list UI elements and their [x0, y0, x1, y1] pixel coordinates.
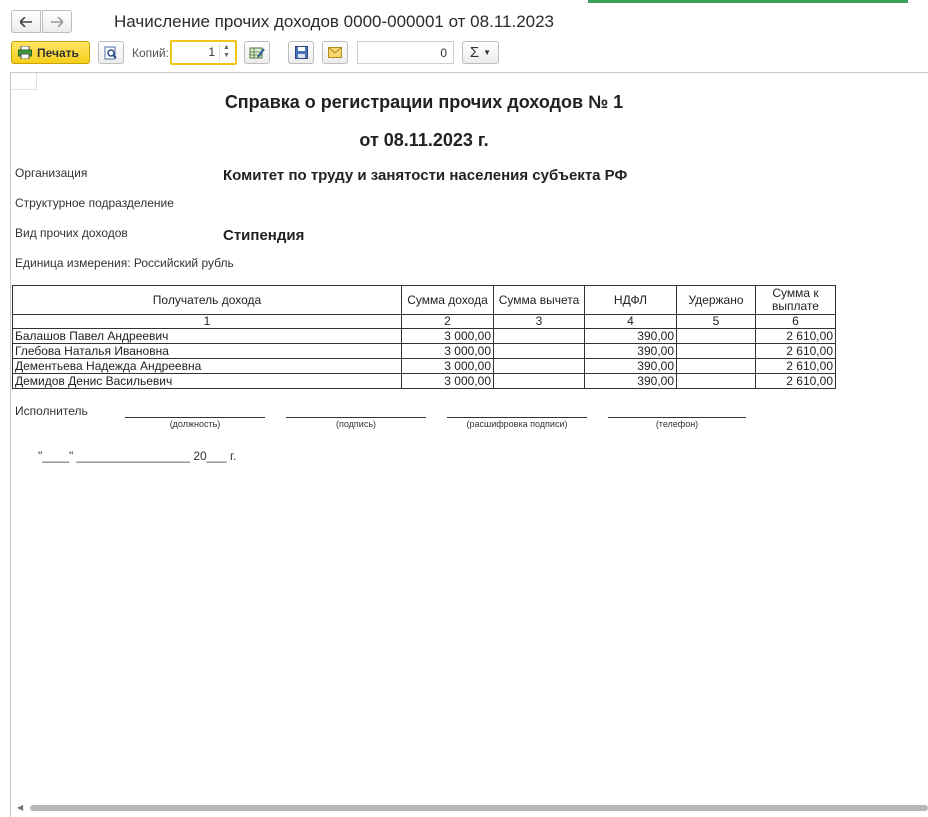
signature-line — [286, 417, 426, 418]
header-deduction: Сумма вычета — [493, 285, 585, 315]
column-number: 5 — [676, 314, 756, 329]
recipient-name: Демидов Денис Васильевич — [12, 373, 402, 389]
organization-value: Комитет по труду и занятости населения с… — [223, 167, 628, 184]
deduction-amount — [493, 328, 585, 344]
payout-amount: 2 610,00 — [755, 343, 836, 359]
copies-spinner[interactable]: ▲ ▼ — [219, 44, 233, 61]
table-row[interactable]: Демидов Денис Васильевич 3 000,00 390,00… — [12, 373, 836, 389]
income-amount: 3 000,00 — [401, 358, 494, 374]
department-label: Структурное подразделение — [15, 196, 174, 210]
arrow-right-icon — [51, 16, 63, 27]
envelope-icon — [328, 47, 342, 58]
document-title: Справка о регистрации прочих доходов № 1 — [224, 92, 624, 112]
deduction-amount — [493, 373, 585, 389]
income-type-label: Вид прочих доходов — [15, 226, 128, 240]
save-button[interactable] — [288, 41, 314, 64]
chevron-down-icon: ▼ — [483, 48, 492, 57]
back-button[interactable] — [11, 10, 41, 33]
edit-mode-button[interactable] — [244, 41, 270, 64]
header-recipient: Получатель дохода — [12, 285, 402, 315]
copies-label: Копий: — [132, 46, 169, 60]
signature-line — [608, 417, 746, 418]
income-type-value: Стипендия — [223, 227, 305, 244]
recipient-name: Дементьева Надежда Андреевна — [12, 358, 402, 374]
top-accent-line — [588, 0, 908, 3]
sum-mode-button[interactable]: Σ ▼ — [462, 41, 499, 64]
window-title: Начисление прочих доходов 0000-000001 от… — [114, 12, 555, 31]
ndfl-amount: 390,00 — [584, 328, 677, 344]
table-column-numbers: 1 2 3 4 5 6 — [12, 314, 836, 329]
payout-amount: 2 610,00 — [755, 358, 836, 374]
recipient-name: Глебова Наталья Ивановна — [12, 343, 402, 359]
income-amount: 3 000,00 — [401, 373, 494, 389]
header-income: Сумма дохода — [401, 285, 494, 315]
unit-label: Единица измерения: Российский рубль — [15, 256, 234, 270]
sum-field[interactable]: 0 — [357, 41, 454, 64]
header-ndfl: НДФЛ — [584, 285, 677, 315]
table-row[interactable]: Глебова Наталья Ивановна 3 000,00 390,00… — [12, 343, 836, 359]
recipient-name: Балашов Павел Андреевич — [12, 328, 402, 344]
column-number: 6 — [755, 314, 836, 329]
copies-input[interactable]: 1 ▲ ▼ — [170, 40, 237, 65]
caption-signature-decoding: (расшифровка подписи) — [466, 419, 568, 429]
arrow-left-icon — [20, 16, 32, 27]
table-row[interactable]: Дементьева Надежда Андреевна 3 000,00 39… — [12, 358, 836, 374]
send-email-button[interactable] — [322, 41, 348, 64]
ndfl-amount: 390,00 — [584, 373, 677, 389]
caption-phone: (телефон) — [655, 419, 699, 429]
scroll-left-arrow[interactable]: ◀ — [17, 803, 23, 812]
table-row[interactable]: Балашов Павел Андреевич 3 000,00 390,00 … — [12, 328, 836, 344]
caption-signature: (подпись) — [335, 419, 377, 429]
header-payout: Сумма к выплате — [755, 285, 836, 315]
withheld-amount — [676, 343, 756, 359]
income-table: Получатель дохода Сумма дохода Сумма выч… — [12, 285, 836, 389]
forward-button[interactable] — [42, 10, 72, 33]
preview-button[interactable] — [98, 41, 124, 64]
floppy-disk-icon — [294, 46, 308, 59]
date-line: "____" _________________ 20___ г. — [38, 449, 237, 463]
table-header-row: Получатель дохода Сумма дохода Сумма выч… — [12, 285, 836, 315]
caption-position: (должность) — [169, 419, 221, 429]
signature-line — [125, 417, 265, 418]
executor-label: Исполнитель — [15, 404, 88, 418]
column-number: 3 — [493, 314, 585, 329]
printer-icon — [18, 46, 32, 59]
print-button[interactable]: Печать — [11, 41, 90, 64]
table-edit-icon — [249, 47, 265, 58]
organization-label: Организация — [15, 166, 88, 180]
column-number: 4 — [584, 314, 677, 329]
ndfl-amount: 390,00 — [584, 343, 677, 359]
deduction-amount — [493, 343, 585, 359]
withheld-amount — [676, 328, 756, 344]
income-amount: 3 000,00 — [401, 343, 494, 359]
withheld-amount — [676, 373, 756, 389]
copies-value: 1 — [208, 45, 215, 59]
withheld-amount — [676, 358, 756, 374]
column-number: 2 — [401, 314, 494, 329]
column-number: 1 — [12, 314, 402, 329]
signature-line — [447, 417, 587, 418]
document-date: от 08.11.2023 г. — [359, 130, 489, 150]
sigma-icon: Σ — [469, 44, 480, 61]
magnifier-page-icon — [104, 46, 117, 59]
print-button-label: Печать — [37, 45, 79, 60]
ndfl-amount: 390,00 — [584, 358, 677, 374]
spreadsheet-document[interactable]: Справка о регистрации прочих доходов № 1… — [10, 72, 928, 817]
income-amount: 3 000,00 — [401, 328, 494, 344]
header-withheld: Удержано — [676, 285, 756, 315]
sheet-corner — [11, 73, 37, 90]
horizontal-scrollbar[interactable] — [30, 805, 928, 811]
payout-amount: 2 610,00 — [755, 373, 836, 389]
deduction-amount — [493, 358, 585, 374]
payout-amount: 2 610,00 — [755, 328, 836, 344]
